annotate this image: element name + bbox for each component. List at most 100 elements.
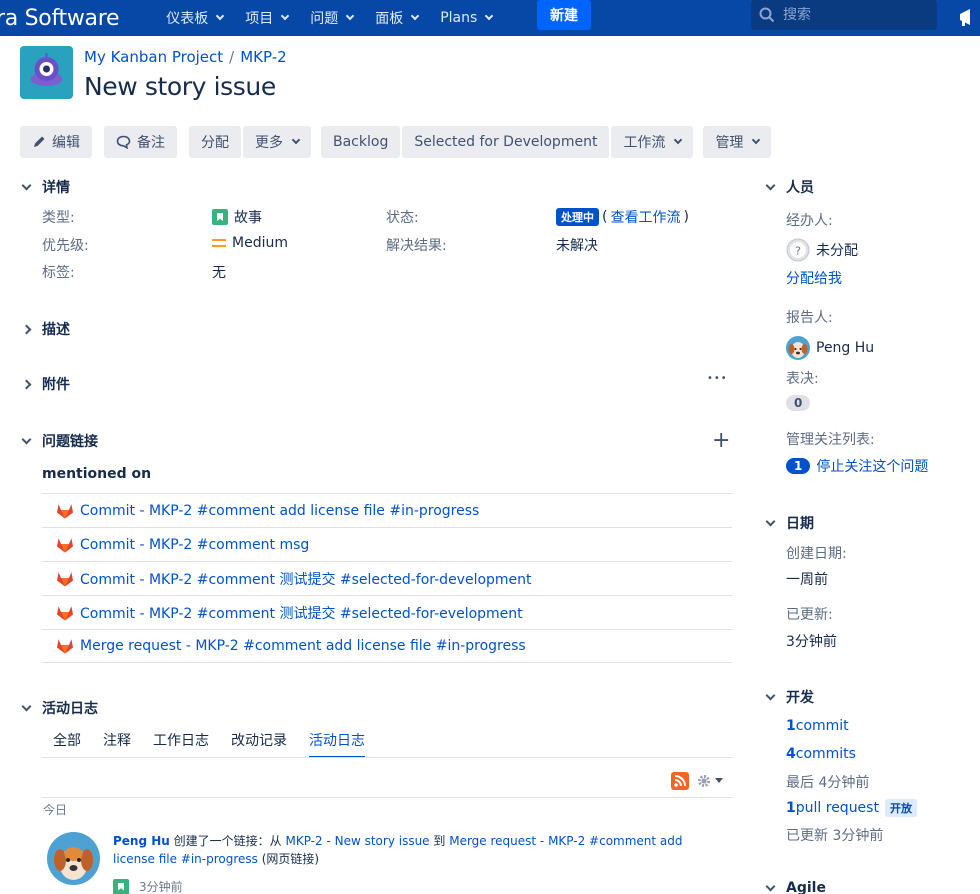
tab-worklog[interactable]: 工作日志 — [153, 730, 209, 758]
dates-section-toggle[interactable]: 日期 — [764, 513, 814, 533]
svg-text:?: ? — [795, 245, 801, 258]
attachments-more-button[interactable]: ••• — [707, 373, 728, 384]
stop-watching-link[interactable]: 停止关注这个问题 — [816, 456, 928, 476]
search-box — [751, 0, 937, 30]
breadcrumb-project[interactable]: My Kanban Project — [84, 48, 223, 66]
chevron-down-icon — [291, 135, 301, 145]
pull-request-link[interactable]: 1 pull request 开放 — [786, 799, 917, 817]
status-label: 状态: — [386, 210, 419, 226]
app-brand[interactable]: ra Software — [0, 6, 120, 31]
more-button[interactable]: 更多 — [243, 126, 311, 158]
activity-to-link-cont[interactable]: license file #in-progress — [113, 852, 258, 866]
assignee-label: 经办人: — [786, 213, 833, 229]
nav-projects[interactable]: 项目 — [234, 8, 299, 28]
transition-selected-button[interactable]: Selected for Development — [402, 126, 610, 158]
caret-down-icon[interactable] — [714, 778, 724, 784]
nav-dashboards[interactable]: 仪表板 — [155, 8, 234, 28]
chevron-down-icon — [410, 11, 420, 21]
activity-section-toggle[interactable]: 活动日志 — [20, 698, 98, 718]
chevron-down-icon — [215, 11, 225, 21]
issue-link-row[interactable]: Commit - MKP-2 #comment msg — [42, 527, 732, 561]
commit-link-4[interactable]: 4 commits — [786, 746, 856, 762]
create-button[interactable]: 新建 — [537, 0, 591, 30]
assign-to-me-link[interactable]: 分配给我 — [786, 268, 842, 288]
issue-link-row[interactable]: Commit - MKP-2 #comment add license file… — [42, 493, 732, 527]
nav-boards[interactable]: 面板 — [364, 8, 429, 28]
issue-links-section-toggle[interactable]: 问题链接 — [20, 431, 98, 451]
type-label: 类型: — [42, 210, 75, 226]
admin-button[interactable]: 管理 — [703, 126, 772, 158]
rss-feed-icon[interactable] — [671, 772, 689, 790]
chevron-down-icon — [20, 181, 32, 193]
assign-button[interactable]: 分配 — [189, 126, 241, 158]
agile-section-toggle[interactable]: Agile — [764, 880, 826, 894]
transition-backlog-button[interactable]: Backlog — [321, 126, 401, 158]
megaphone-icon[interactable] — [958, 6, 980, 28]
view-workflow-link[interactable]: 查看工作流 — [610, 207, 680, 227]
tab-all[interactable]: 全部 — [53, 730, 81, 758]
edit-button[interactable]: 编辑 — [20, 126, 92, 158]
activity-meta: 3分钟前 — [113, 878, 183, 894]
priority-medium-icon — [212, 239, 226, 247]
tab-activity[interactable]: 活动日志 — [309, 730, 365, 758]
chevron-down-icon — [752, 135, 761, 145]
gear-icon[interactable] — [697, 774, 711, 788]
breadcrumb-issue-key[interactable]: MKP-2 — [240, 48, 286, 66]
attachments-section-toggle[interactable]: 附件 — [20, 374, 70, 394]
created-value: 一周前 — [786, 572, 828, 588]
date-group-label: 今日 — [43, 803, 68, 817]
breadcrumb-separator: / — [229, 48, 235, 66]
comment-icon — [116, 135, 131, 149]
commit-link-1[interactable]: 1 commit — [786, 718, 849, 734]
priority-value: Medium — [212, 235, 288, 251]
workflow-button[interactable]: 工作流 — [611, 126, 694, 158]
project-avatar[interactable] — [20, 46, 73, 99]
people-section-toggle[interactable]: 人员 — [764, 177, 814, 197]
chevron-down-icon — [20, 435, 32, 447]
story-icon — [212, 209, 228, 225]
development-section-toggle[interactable]: 开发 — [764, 687, 814, 707]
type-value: 故事 — [212, 207, 262, 227]
top-navigation-bar: ra Software 仪表板 项目 问题 面板 Plans 新建 — [0, 0, 980, 36]
chevron-down-icon — [764, 517, 776, 529]
votes-value[interactable]: 0 — [786, 395, 811, 411]
stream-divider — [42, 797, 732, 798]
search-input[interactable] — [783, 7, 923, 23]
activity-from-link[interactable]: MKP-2 - New story issue — [285, 834, 429, 848]
issue-link-row[interactable]: Commit - MKP-2 #comment 测试提交 #selected-f… — [42, 595, 732, 629]
tab-history[interactable]: 改动记录 — [231, 730, 287, 758]
labels-label: 标签: — [42, 265, 75, 281]
reporter-value: Peng Hu — [786, 336, 874, 360]
priority-label: 优先级: — [42, 238, 89, 254]
gitlab-icon — [57, 639, 73, 654]
nav-menu: 仪表板 项目 问题 面板 Plans — [155, 8, 503, 28]
add-link-button[interactable]: + — [712, 428, 730, 453]
activity-entry: Peng Hu 创建了一个链接：从 MKP-2 - New story issu… — [113, 834, 683, 866]
gitlab-icon — [57, 605, 73, 620]
chevron-down-icon — [764, 882, 776, 894]
unassigned-avatar-icon: ? — [786, 238, 810, 262]
details-section-toggle[interactable]: 详情 — [20, 177, 70, 197]
activity-user-link[interactable]: Peng Hu — [113, 834, 170, 848]
issue-link-row[interactable]: Merge request - MKP-2 #comment add licen… — [42, 629, 732, 663]
nav-issues[interactable]: 问题 — [299, 8, 364, 28]
watchers-count-badge[interactable]: 1 — [786, 458, 811, 474]
pencil-icon — [34, 136, 45, 147]
assignee-value: ? 未分配 — [786, 238, 858, 262]
dog-avatar-icon — [54, 847, 93, 880]
labels-value: 无 — [212, 265, 226, 281]
chevron-right-icon — [20, 323, 32, 335]
created-label: 创建日期: — [786, 546, 847, 562]
watchers-value: 1 停止关注这个问题 — [786, 456, 928, 476]
nav-plans[interactable]: Plans — [429, 8, 503, 28]
link-group-heading: mentioned on — [42, 466, 152, 482]
activity-tabs: 全部 注释 工作日志 改动记录 活动日志 — [53, 730, 387, 758]
avatar[interactable] — [47, 832, 100, 885]
issue-links-list: Commit - MKP-2 #comment add license file… — [42, 493, 732, 663]
issue-link-row[interactable]: Commit - MKP-2 #comment 测试提交 #selected-f… — [42, 561, 732, 595]
activity-to-link[interactable]: Merge request - MKP-2 #comment add — [449, 834, 682, 848]
tab-comments[interactable]: 注释 — [103, 730, 131, 758]
description-section-toggle[interactable]: 描述 — [20, 319, 70, 339]
comment-button[interactable]: 备注 — [104, 126, 177, 158]
gitlab-icon — [57, 571, 73, 586]
